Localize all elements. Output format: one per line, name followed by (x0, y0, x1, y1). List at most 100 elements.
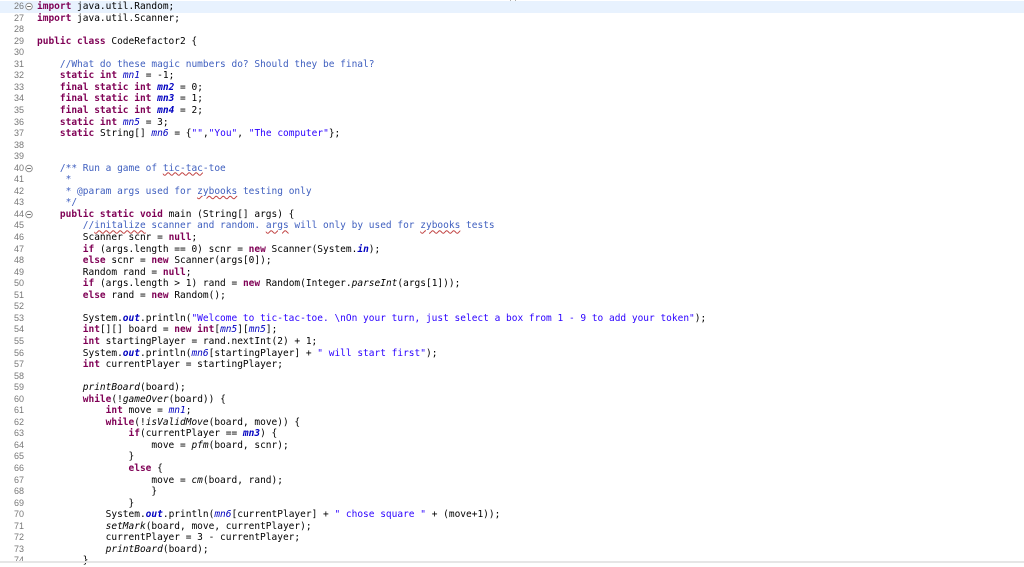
code-text[interactable]: * @param args used for zybooks testing o… (37, 186, 312, 198)
code-text[interactable]: } (37, 486, 157, 498)
code-text[interactable]: Random rand = null; (37, 267, 192, 279)
code-text[interactable]: final static int mn3 = 1; (37, 93, 203, 105)
code-line[interactable]: 60 while(!gameOver(board)) { (0, 394, 1024, 406)
code-text[interactable]: Scanner scnr = null; (37, 232, 197, 244)
code-line[interactable]: 45 //initalize scanner and random. args … (0, 220, 1024, 232)
code-text[interactable]: while(!gameOver(board)) { (37, 394, 226, 406)
code-editor[interactable]: 26 import java.util.Random; 27 import java.… (0, 0, 1024, 566)
code-line[interactable]: 32 static int mn1 = -1; (0, 70, 1024, 82)
code-line[interactable]: 68 } (0, 486, 1024, 498)
code-line[interactable]: 69 } (0, 498, 1024, 510)
code-text[interactable]: import java.util.Scanner; (37, 13, 180, 25)
code-text[interactable]: } (37, 498, 135, 510)
code-text[interactable]: printBoard(board); (37, 544, 209, 556)
code-line[interactable]: 55 int startingPlayer = rand.nextInt(2) … (0, 336, 1024, 348)
code-text[interactable]: else rand = new Random(); (37, 290, 226, 302)
code-line[interactable]: 49 Random rand = null; (0, 267, 1024, 279)
code-text[interactable]: else { (37, 463, 163, 475)
code-token: out (122, 347, 140, 359)
code-text[interactable]: public static void main (String[] args) … (37, 209, 295, 221)
code-line[interactable]: 67 move = cm(board, rand); (0, 475, 1024, 487)
code-text[interactable]: final static int mn2 = 0; (37, 82, 203, 94)
fold-collapse-icon[interactable] (25, 209, 33, 220)
code-token: (board)) { (168, 393, 226, 405)
code-text[interactable]: static int mn1 = -1; (37, 70, 174, 82)
code-line[interactable]: 40 /** Run a game of tic-tac-toe (0, 163, 1024, 175)
code-text[interactable]: /** Run a game of tic-tac-toe (37, 163, 226, 175)
code-text[interactable]: import java.util.Random; (37, 1, 174, 13)
code-text[interactable]: //initalize scanner and random. args wil… (37, 220, 495, 232)
code-line[interactable]: 53 System.out.println("Welcome to tic-ta… (0, 313, 1024, 325)
code-line[interactable]: 46 Scanner scnr = null; (0, 232, 1024, 244)
code-line[interactable]: 72 currentPlayer = 3 - currentPlayer; (0, 532, 1024, 544)
code-text[interactable]: //What do these magic numbers do? Should… (37, 59, 375, 71)
fold-collapse-icon[interactable] (25, 1, 33, 12)
code-text[interactable]: currentPlayer = 3 - currentPlayer; (37, 532, 300, 544)
code-line[interactable]: 50 if (args.length > 1) rand = new Rando… (0, 278, 1024, 290)
code-line[interactable]: 34 final static int mn3 = 1; (0, 93, 1024, 105)
code-line[interactable]: 36 static int mn5 = 3; (0, 117, 1024, 129)
code-text[interactable]: move = pfm(board, scnr); (37, 440, 288, 452)
code-line[interactable]: 28 (0, 24, 1024, 36)
code-line[interactable]: 63 if(currentPlayer == mn3) { (0, 428, 1024, 440)
code-text[interactable]: if (args.length == 0) scnr = new Scanner… (37, 244, 380, 256)
code-text[interactable]: System.out.println(mn6[currentPlayer] + … (37, 509, 501, 521)
code-line[interactable]: 54 int[][] board = new int[mn5][mn5]; (0, 324, 1024, 336)
code-text[interactable]: int startingPlayer = rand.nextInt(2) + 1… (37, 336, 318, 348)
code-token: */ (65, 197, 78, 209)
code-text[interactable]: else scnr = new Scanner(args[0]); (37, 255, 272, 267)
code-text[interactable]: int currentPlayer = startingPlayer; (37, 359, 283, 371)
code-line[interactable]: 39 (0, 151, 1024, 163)
code-line[interactable]: 70 System.out.println(mn6[currentPlayer]… (0, 509, 1024, 521)
code-line[interactable]: 66 else { (0, 463, 1024, 475)
code-text[interactable]: */ (37, 197, 77, 209)
code-text[interactable]: public class CodeRefactor2 { (37, 36, 197, 48)
code-line[interactable]: 51 else rand = new Random(); (0, 290, 1024, 302)
code-line[interactable]: 41 * (0, 174, 1024, 186)
code-line[interactable]: 64 move = pfm(board, scnr); (0, 440, 1024, 452)
code-text[interactable]: move = cm(board, rand); (37, 475, 283, 487)
code-line[interactable]: 48 else scnr = new Scanner(args[0]); (0, 255, 1024, 267)
code-line[interactable]: 30 (0, 47, 1024, 59)
code-line[interactable]: 44 public static void main (String[] arg… (0, 209, 1024, 221)
code-text[interactable]: final static int mn4 = 2; (37, 105, 203, 117)
code-line[interactable]: 27 import java.util.Scanner; (0, 13, 1024, 25)
code-line[interactable]: 47 if (args.length == 0) scnr = new Scan… (0, 244, 1024, 256)
code-text[interactable]: } (37, 451, 135, 463)
code-line[interactable]: 43 */ (0, 197, 1024, 209)
code-line[interactable]: 73 printBoard(board); (0, 544, 1024, 556)
code-text[interactable]: while(!isValidMove(board, move)) { (37, 417, 301, 429)
code-text[interactable]: int move = mn1; (37, 405, 192, 417)
code-text[interactable]: * (37, 174, 72, 186)
code-line[interactable]: 52 (0, 301, 1024, 313)
code-line[interactable]: 65 } (0, 451, 1024, 463)
code-line[interactable]: 26 import java.util.Random; (0, 1, 1024, 13)
code-text[interactable]: static int mn5 = 3; (37, 117, 169, 129)
code-token: .println( (139, 312, 192, 324)
code-line[interactable]: 35 final static int mn4 = 2; (0, 105, 1024, 117)
code-line[interactable]: 57 int currentPlayer = startingPlayer; (0, 359, 1024, 371)
code-text[interactable]: if (args.length > 1) rand = new Random(I… (37, 278, 461, 290)
code-line[interactable]: 61 int move = mn1; (0, 405, 1024, 417)
code-line[interactable]: 29 public class CodeRefactor2 { (0, 36, 1024, 48)
code-line[interactable]: 42 * @param args used for zybooks testin… (0, 186, 1024, 198)
code-text[interactable]: if(currentPlayer == mn3) { (37, 428, 278, 440)
code-text[interactable]: System.out.println("Welcome to tic-tac-t… (37, 313, 706, 325)
code-line[interactable]: 33 final static int mn2 = 0; (0, 82, 1024, 94)
code-line[interactable]: 56 System.out.println(mn6[startingPlayer… (0, 348, 1024, 360)
code-line[interactable]: 62 while(!isValidMove(board, move)) { (0, 417, 1024, 429)
code-text[interactable]: static String[] mn6 = {"","You", "The co… (37, 128, 340, 140)
code-text[interactable]: int[][] board = new int[mn5][mn5]; (37, 324, 278, 336)
code-line[interactable]: 71 setMark(board, move, currentPlayer); (0, 521, 1024, 533)
code-text[interactable]: setMark(board, move, currentPlayer); (37, 521, 312, 533)
code-text[interactable]: printBoard(board); (37, 382, 186, 394)
code-line[interactable]: 58 (0, 371, 1024, 383)
code-text[interactable]: System.out.println(mn6[startingPlayer] +… (37, 347, 438, 360)
line-number: 42 (13, 185, 24, 196)
code-line[interactable]: 31 //What do these magic numbers do? Sho… (0, 59, 1024, 71)
fold-collapse-icon[interactable] (25, 163, 33, 174)
code-line[interactable]: 59 printBoard(board); (0, 382, 1024, 394)
code-line[interactable]: 37 static String[] mn6 = {"","You", "The… (0, 128, 1024, 140)
code-line[interactable]: 38 (0, 140, 1024, 152)
